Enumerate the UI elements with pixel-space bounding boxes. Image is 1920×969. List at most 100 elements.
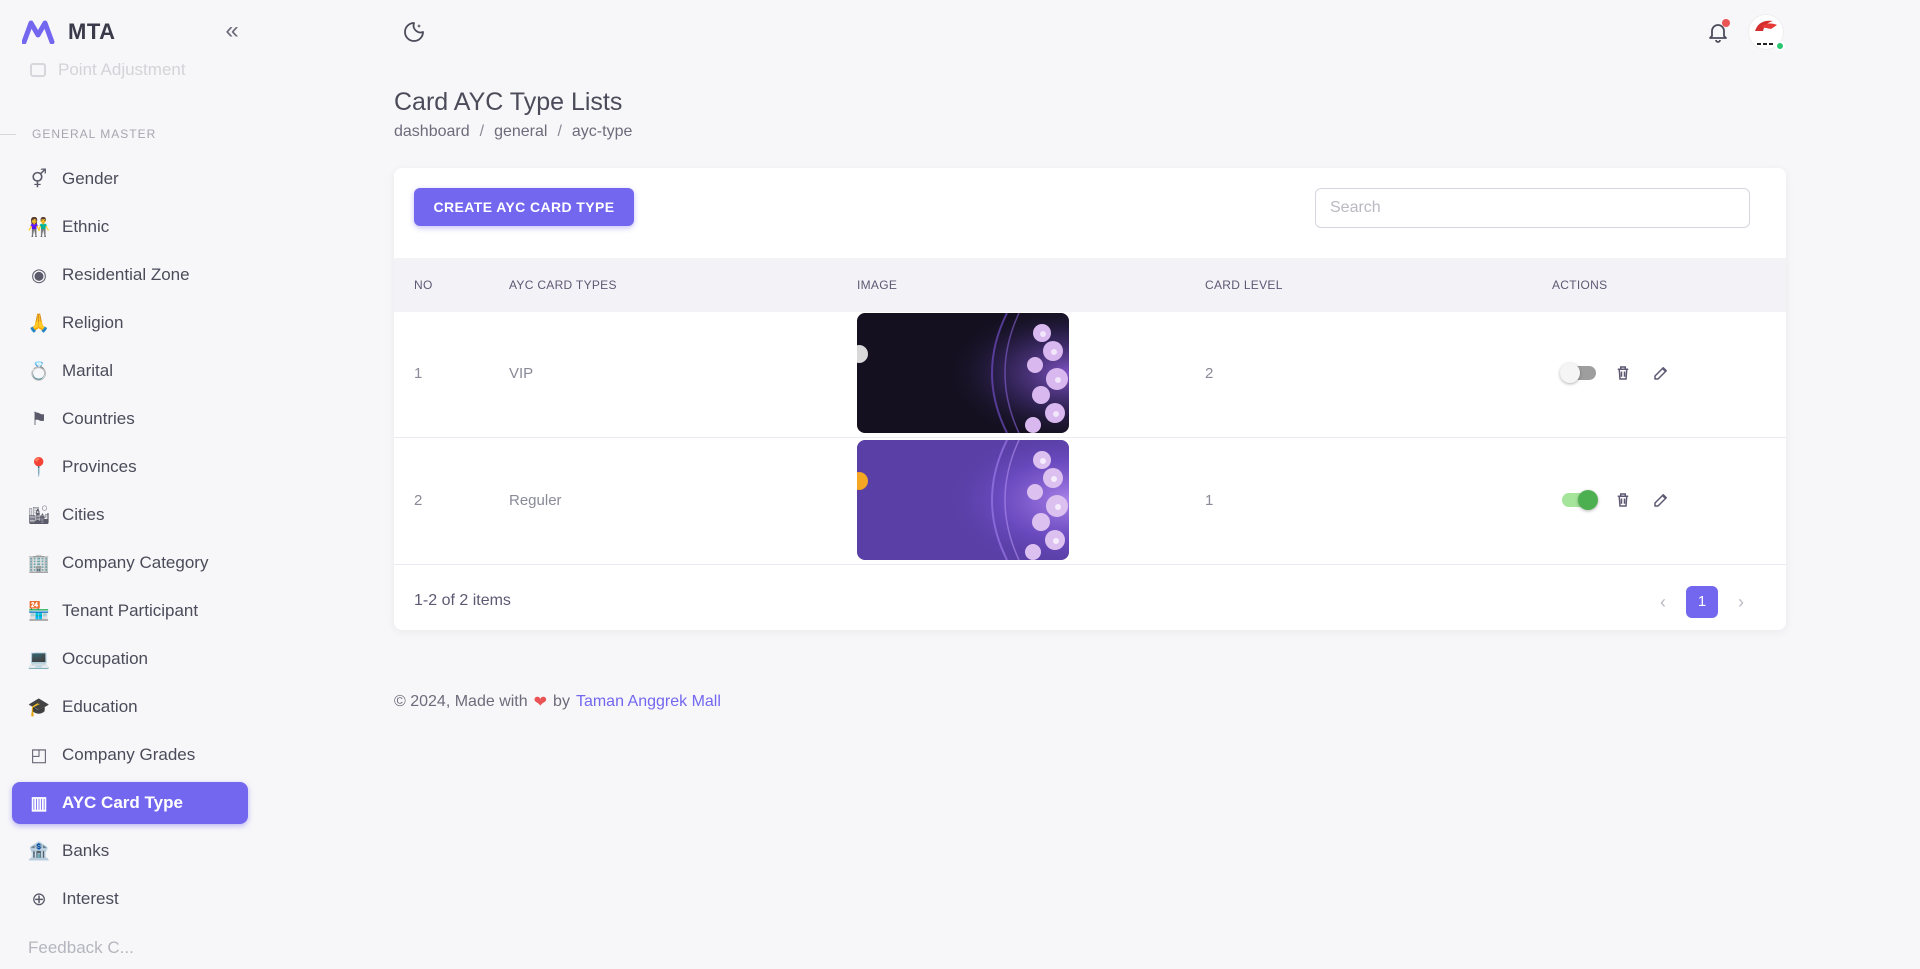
sidebar-item-peek[interactable]: Feedback C... — [28, 938, 134, 958]
sidebar-item-label: Ethnic — [62, 217, 110, 236]
city-icon: 🏙 — [27, 504, 51, 525]
gender-icon: ⚥ — [30, 168, 48, 189]
sidebar-item-countries[interactable]: ⚑ Countries — [12, 398, 248, 440]
table-header: NO AYC CARD TYPES IMAGE CARD LEVEL ACTIO… — [394, 258, 1786, 312]
avatar-status-dot — [1775, 41, 1785, 51]
section-divider — [0, 134, 16, 135]
sidebar-item-label: Occupation — [62, 649, 148, 668]
ring-icon: 💍 — [27, 360, 51, 381]
praying-hands-icon: 🙏 — [27, 312, 51, 333]
edit-pencil-icon[interactable] — [1650, 489, 1672, 511]
sidebar-item-label: Marital — [62, 361, 114, 380]
people-icon: 👫 — [27, 216, 51, 237]
brand[interactable]: MTA — [22, 18, 116, 46]
sidebar-item-label: Cities — [62, 505, 105, 524]
row-card-type: Reguler — [509, 492, 562, 509]
heart-icon: ❤ — [533, 694, 548, 711]
map-pin-icon: 📍 — [27, 456, 51, 477]
sidebar-item-ethnic[interactable]: 👫 Ethnic — [12, 206, 248, 248]
sidebar-item-label: Residential Zone — [62, 265, 190, 284]
sidebar-item-label: Gender — [62, 169, 119, 188]
breadcrumb-general[interactable]: general — [494, 123, 547, 141]
search-input[interactable] — [1315, 188, 1750, 228]
row-no: 1 — [414, 365, 423, 382]
pagination-info: 1-2 of 2 items — [414, 592, 511, 609]
row-card-level: 2 — [1205, 365, 1214, 382]
status-toggle[interactable] — [1562, 490, 1598, 510]
row-no: 2 — [414, 492, 423, 509]
row-card-level: 1 — [1205, 492, 1214, 509]
sidebar-item-label: Company Grades — [62, 745, 196, 764]
sidebar-item-label: Education — [62, 697, 138, 716]
sidebar-item-education[interactable]: 🎓 Education — [12, 686, 248, 728]
column-header-image: IMAGE — [857, 278, 898, 292]
vip-card-image — [857, 313, 1069, 433]
page-number-button[interactable]: 1 — [1686, 586, 1718, 618]
chevron-right-icon[interactable]: › — [1726, 587, 1756, 617]
laptop-icon: 💻 — [27, 648, 51, 669]
sidebar-nav: ⚥ Gender 👫 Ethnic ◉ Residential Zone 🙏 Religion… — [12, 158, 248, 926]
section-label: GENERAL MASTER — [32, 127, 157, 141]
trash-icon[interactable] — [1612, 489, 1634, 511]
sidebar-item-label: Company Category — [62, 553, 209, 572]
sidebar-item-occupation[interactable]: 💻 Occupation — [12, 638, 248, 680]
row-actions — [1562, 489, 1672, 511]
sidebar-item-cities[interactable]: 🏙 Cities — [12, 494, 248, 536]
breadcrumb-separator: / — [479, 123, 485, 140]
breadcrumb-dashboard[interactable]: dashboard — [394, 123, 470, 141]
sidebar-item-religion[interactable]: 🙏 Religion — [12, 302, 248, 344]
sidebar-item-company-grades[interactable]: ◰ Company Grades — [12, 734, 248, 776]
reguler-card-image — [857, 440, 1069, 560]
sidebar-item-label: AYC Card Type — [62, 793, 183, 812]
store-icon: 🏪 — [27, 600, 51, 621]
location-circle-icon: ◉ — [31, 264, 47, 285]
sidebar-item-ayc-card-type[interactable]: ▥ AYC Card Type — [12, 782, 248, 824]
adjustment-icon — [30, 63, 46, 77]
sidebar-item-banks[interactable]: 🏦 Banks — [12, 830, 248, 872]
breadcrumb-ayc-type: ayc-type — [571, 123, 633, 140]
row-card-type: VIP — [509, 365, 534, 382]
sidebar-item-label: Banks — [62, 841, 110, 860]
chevron-left-icon[interactable]: ‹ — [1648, 587, 1678, 617]
sidebar-item-provinces[interactable]: 📍 Provinces — [12, 446, 248, 488]
basketball-icon: ⊕ — [31, 888, 47, 909]
column-header-card-level: CARD LEVEL — [1205, 278, 1283, 292]
sidebar-item-label: Interest — [62, 889, 119, 908]
brand-name: MTA — [68, 19, 116, 44]
sidebar-item-gender[interactable]: ⚥ Gender — [12, 158, 248, 200]
column-header-no: NO — [414, 278, 433, 292]
create-ayc-card-type-button[interactable]: CREATE AYC CARD TYPE — [414, 188, 634, 226]
sidebar-item-interest[interactable]: ⊕ Interest — [12, 878, 248, 920]
column-header-ayc-card-types: AYC CARD TYPES — [509, 278, 617, 292]
sidebar-item-tenant-participant[interactable]: 🏪 Tenant Participant — [12, 590, 248, 632]
sidebar-item-point-adjustment[interactable]: Point Adjustment — [30, 60, 186, 80]
page-title: Card AYC Type Lists — [394, 88, 623, 116]
footer-text: © 2024, Made with — [394, 693, 528, 710]
row-actions — [1560, 362, 1672, 384]
table-row: 1 VIP 2 — [394, 312, 1786, 438]
edit-pencil-icon[interactable] — [1650, 362, 1672, 384]
theme-toggle-moon-icon[interactable] — [402, 20, 426, 44]
graduation-cap-icon: 🎓 — [27, 696, 51, 717]
footer-link[interactable]: Taman Anggrek Mall — [576, 693, 721, 711]
sidebar-item-company-category[interactable]: 🏢 Company Category — [12, 542, 248, 584]
sidebar-item-label: Provinces — [62, 457, 137, 476]
sidebar-item-label: Countries — [62, 409, 135, 428]
sidebar-item-residential-zone[interactable]: ◉ Residential Zone — [12, 254, 248, 296]
card-list-panel: CREATE AYC CARD TYPE NO AYC CARD TYPES I… — [394, 168, 1786, 630]
collapse-sidebar-icon[interactable]: « — [220, 19, 244, 44]
trash-icon[interactable] — [1612, 362, 1634, 384]
footer-by: by — [553, 693, 570, 710]
flag-icon: ⚑ — [30, 408, 48, 429]
page-footer: © 2024, Made with ❤ by Taman Anggrek Mal… — [394, 692, 721, 712]
brand-logo-icon — [22, 20, 55, 44]
breadcrumb: dashboard / general / ayc-type — [394, 123, 632, 141]
office-building-icon: 🏢 — [27, 552, 51, 573]
sidebar-item-label: Tenant Participant — [62, 601, 199, 620]
badge-square-icon: ◰ — [30, 744, 48, 765]
breadcrumb-separator: / — [557, 123, 562, 140]
status-toggle[interactable] — [1560, 363, 1596, 383]
sidebar-item-marital[interactable]: 💍 Marital — [12, 350, 248, 392]
sidebar: MTA « Point Adjustment GENERAL MASTER ⚥ G… — [0, 0, 260, 969]
pagination: ‹ 1 › — [1648, 586, 1756, 618]
